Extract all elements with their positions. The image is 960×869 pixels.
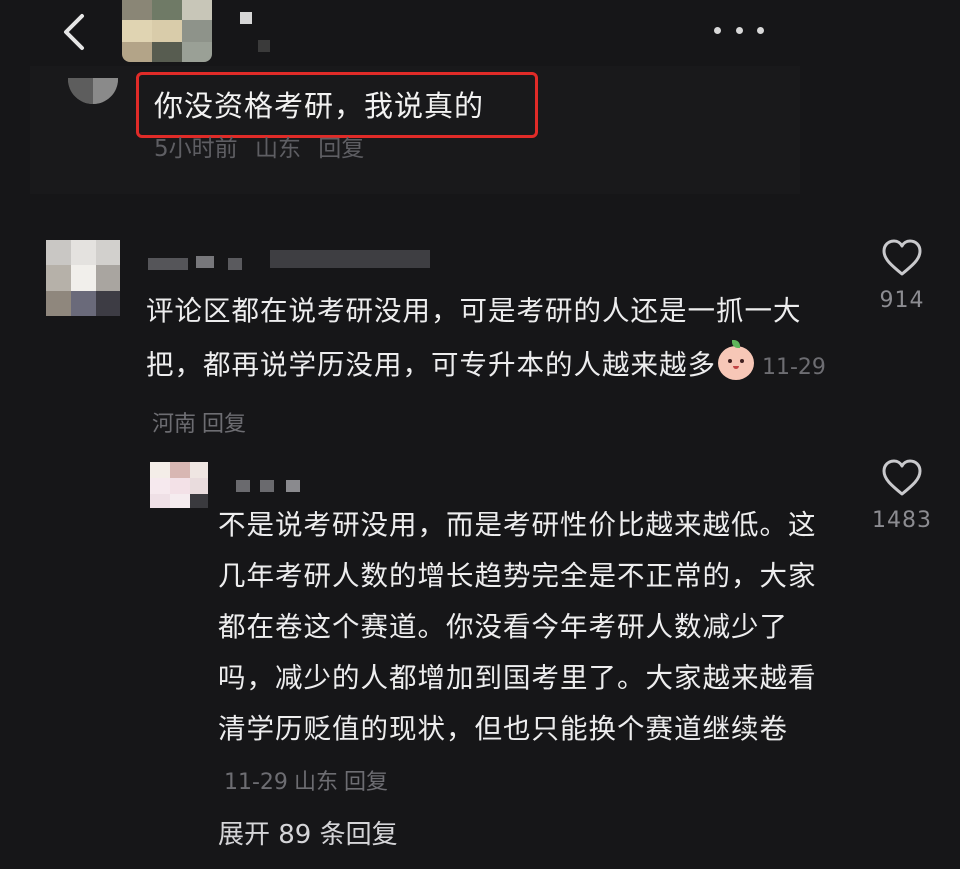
comment-body: 评论区都在说考研没用，可是考研的人还是一抓一大把，都再说学历没用，可专升本的人越…	[146, 284, 836, 452]
like-button[interactable]: 1483	[872, 458, 932, 533]
comment-date: 11-29	[762, 355, 826, 380]
like-count: 1483	[872, 508, 932, 533]
chevron-left-icon	[64, 14, 84, 50]
comment-text: 不是说考研没用，而是考研性价比越来越低。这几年考研人数的增长趋势完全是不正常的，…	[218, 509, 817, 745]
comment-meta: 5小时前 山东 回复	[154, 129, 374, 163]
dot-icon	[757, 26, 764, 34]
reply-button[interactable]: 回复	[318, 136, 364, 162]
avatar[interactable]	[46, 240, 120, 316]
comment-time: 5小时前	[154, 136, 238, 162]
username-blur	[260, 480, 274, 492]
username-blur	[236, 480, 250, 492]
dot-icon	[714, 26, 721, 34]
back-button[interactable]	[52, 8, 100, 56]
comment-text: 评论区都在说考研没用，可是考研的人还是一抓一大把，都再说学历没用，可专升本的人越…	[146, 295, 802, 381]
username-blur	[258, 40, 270, 52]
avatar[interactable]	[150, 462, 208, 508]
username-blur	[196, 256, 214, 268]
username-blur	[240, 12, 252, 24]
avatar[interactable]	[68, 78, 118, 104]
expand-replies-button[interactable]: 展开 89 条回复	[218, 814, 398, 851]
username-blur	[270, 250, 430, 268]
heart-icon	[882, 459, 922, 496]
heart-icon	[882, 239, 922, 276]
comment-meta: 11-29 山东 回复	[218, 770, 388, 795]
username-blur	[286, 480, 300, 492]
dot-icon	[735, 26, 743, 34]
comment-body: 不是说考研没用，而是考研性价比越来越低。这几年考研人数的增长趋势完全是不正常的，…	[218, 500, 838, 808]
username-blur	[148, 258, 188, 270]
username-blur	[228, 258, 242, 270]
reply-button[interactable]: 回复	[344, 770, 388, 795]
comment-location: 山东	[293, 770, 338, 795]
baby-face-emoji	[718, 340, 754, 380]
like-count: 914	[879, 288, 925, 313]
reply-button[interactable]: 回复	[202, 412, 246, 437]
comment-location: 山东	[254, 136, 301, 162]
more-options-button[interactable]	[714, 16, 764, 44]
comment-location: 河南	[152, 412, 197, 437]
avatar[interactable]	[122, 0, 212, 62]
comment-date: 11-29	[224, 770, 288, 795]
like-button[interactable]: 914	[872, 238, 932, 313]
